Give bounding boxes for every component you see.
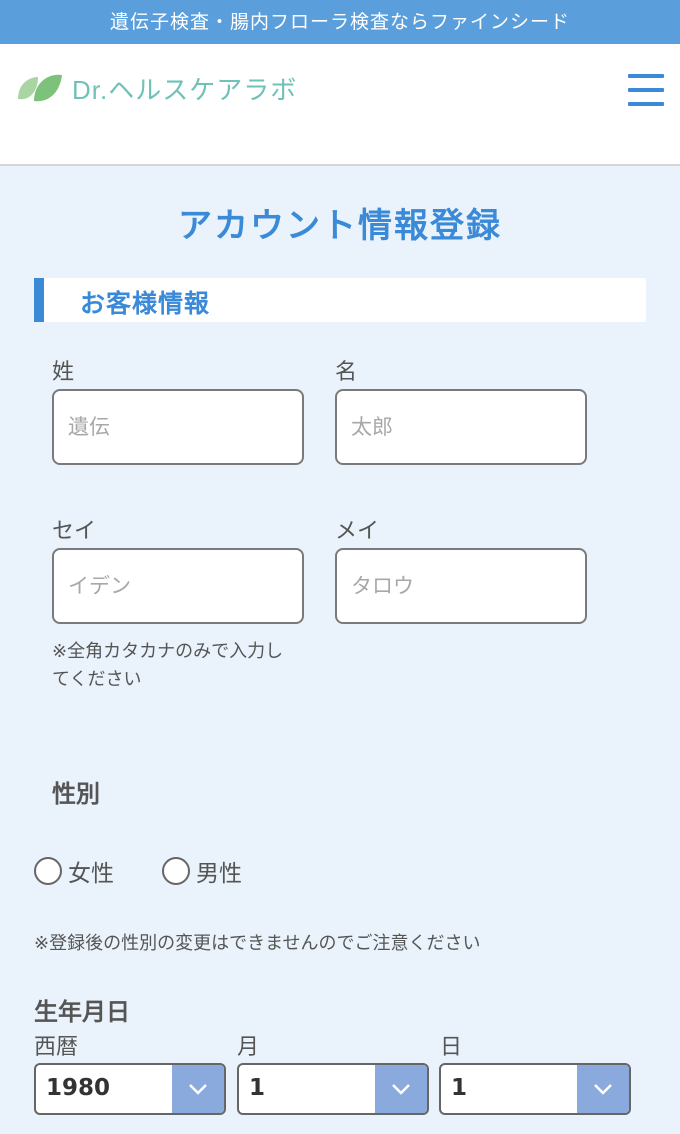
last-name-kana-input[interactable] [52, 548, 304, 624]
page-title: アカウント情報登録 [178, 206, 502, 246]
chevron-down-icon[interactable] [172, 1065, 224, 1113]
chevron-down-icon[interactable] [375, 1065, 427, 1113]
year-select[interactable]: 1980 [34, 1063, 226, 1115]
site-header: Dr.ヘルスケアラボ [0, 44, 680, 166]
kana-note-line1: ※全角カタカナのみで入力し [52, 641, 284, 662]
logo-text: Dr.ヘルスケアラボ [72, 74, 298, 105]
chevron-down-icon[interactable] [577, 1065, 629, 1113]
gender-radio-male[interactable]: 男性 [162, 854, 242, 888]
gender-note: ※登録後の性別の変更はできませんのでご注意ください [34, 933, 481, 954]
month-label: 月 [237, 1035, 260, 1060]
radio-circle-icon [162, 857, 190, 885]
day-select[interactable]: 1 [439, 1063, 631, 1115]
last-name-kana-label: セイ [52, 519, 97, 544]
kana-note-line2: てください [52, 669, 142, 690]
gender-label: 性別 [52, 780, 100, 808]
logo[interactable]: Dr.ヘルスケアラボ [16, 68, 297, 108]
radio-circle-icon [34, 857, 62, 885]
last-name-input[interactable] [52, 389, 304, 465]
month-select-value: 1 [249, 1075, 266, 1101]
top-announcement-bar[interactable]: 遺伝子検査・腸内フローラ検査ならファインシード [0, 0, 680, 44]
gender-option-label: 女性 [68, 861, 114, 887]
year-label: 西暦 [34, 1035, 79, 1060]
birthday-label: 生年月日 [34, 998, 130, 1026]
first-name-kana-input[interactable] [335, 548, 587, 624]
gender-radio-female[interactable]: 女性 [34, 854, 114, 888]
first-name-input[interactable] [335, 389, 587, 465]
day-label: 日 [440, 1035, 463, 1060]
first-name-label: 名 [335, 360, 358, 385]
year-select-value: 1980 [46, 1075, 111, 1101]
first-name-kana-label: メイ [335, 519, 380, 544]
hamburger-menu-icon[interactable] [628, 74, 664, 110]
section-title: お客様情報 [80, 289, 211, 318]
day-select-value: 1 [451, 1075, 468, 1101]
section-header-customer-info: お客様情報 [34, 278, 646, 322]
month-select[interactable]: 1 [237, 1063, 429, 1115]
last-name-label: 姓 [52, 360, 75, 385]
leaf-logo-icon [18, 74, 62, 102]
gender-option-label: 男性 [196, 861, 242, 887]
